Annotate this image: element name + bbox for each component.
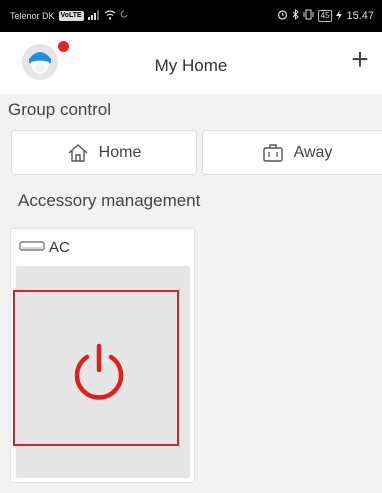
- power-button[interactable]: [64, 338, 134, 408]
- away-mode-button[interactable]: Away: [202, 130, 382, 175]
- signal-icon: [87, 10, 100, 22]
- device-card-header: AC: [19, 239, 70, 256]
- ac-unit-icon: [19, 239, 45, 256]
- status-right: 45 15.47: [277, 8, 374, 23]
- carrier-name: Telenor DK: [10, 11, 55, 21]
- battery-level: 45: [317, 10, 333, 22]
- notification-dot: [58, 41, 69, 52]
- charging-icon: [336, 9, 343, 23]
- volte-badge: VoLTE: [58, 11, 84, 21]
- data-sync-icon: [120, 10, 128, 22]
- add-button[interactable]: +: [346, 45, 374, 75]
- home-mode-button[interactable]: Home: [11, 130, 197, 175]
- accessory-management-title: Accessory management: [18, 191, 201, 210]
- clock-time: 15.47: [346, 10, 374, 22]
- home-mode-label: Home: [98, 143, 142, 161]
- vibrate-icon: [303, 9, 314, 23]
- bluetooth-icon: [292, 8, 299, 23]
- device-name: AC: [49, 239, 70, 256]
- home-icon: [67, 142, 89, 164]
- suitcase-icon: [262, 142, 284, 164]
- page-title: My Home: [154, 56, 228, 75]
- status-bar: Telenor DK VoLTE 45 15.47: [0, 0, 382, 32]
- status-left: Telenor DK VoLTE: [10, 10, 128, 22]
- group-control-title: Group control: [8, 100, 111, 119]
- power-icon: [74, 343, 124, 400]
- wifi-icon: [104, 10, 116, 22]
- away-mode-label: Away: [293, 143, 333, 161]
- alarm-icon: [277, 9, 288, 23]
- app-header: My Home +: [0, 32, 382, 94]
